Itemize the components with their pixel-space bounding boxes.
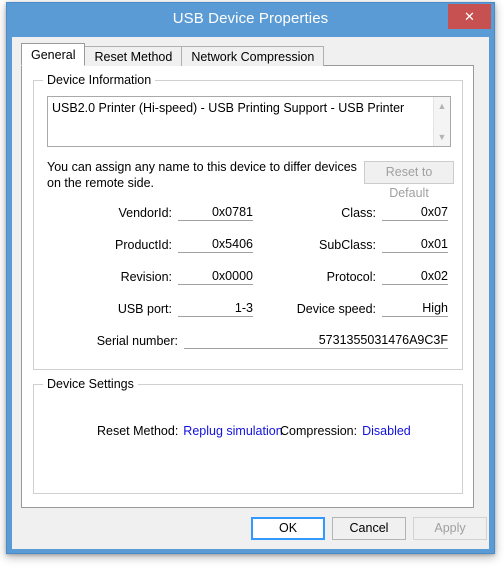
field-revision: Revision: 0x0000 xyxy=(121,269,253,286)
field-serial-number-value: 5731355031476A9C3F xyxy=(184,333,448,349)
reset-to-default-button[interactable]: Reset to Default xyxy=(364,161,454,200)
field-vendorid: VendorId: 0x0781 xyxy=(118,205,253,222)
tab-general[interactable]: General xyxy=(21,43,86,66)
cancel-button[interactable]: Cancel xyxy=(332,517,406,540)
device-name-hint: You can assign any name to this device t… xyxy=(47,160,357,190)
field-device-speed: Device speed: High xyxy=(297,301,448,318)
dialog-footer: OK Cancel Apply xyxy=(12,508,489,549)
tab-network-compression[interactable]: Network Compression xyxy=(181,46,325,66)
field-serial-number-label: Serial number: xyxy=(96,334,178,348)
setting-compression-label: Compression: xyxy=(280,424,358,438)
device-settings-title: Device Settings xyxy=(43,377,138,391)
close-icon[interactable]: ✕ xyxy=(448,4,491,29)
field-vendorid-label: VendorId: xyxy=(118,206,172,220)
scroll-up-icon[interactable]: ▲ xyxy=(434,98,450,114)
device-description-text: USB2.0 Printer (Hi-speed) - USB Printing… xyxy=(52,101,405,115)
field-productid-value: 0x5406 xyxy=(178,237,253,253)
field-class-label: Class: xyxy=(341,206,376,220)
field-productid: ProductId: 0x5406 xyxy=(115,237,253,254)
field-protocol: Protocol: 0x02 xyxy=(327,269,448,286)
tab-reset-method[interactable]: Reset Method xyxy=(84,46,183,66)
field-revision-label: Revision: xyxy=(120,270,172,284)
setting-reset-method: Reset Method: Replug simulation xyxy=(97,423,283,439)
field-class: Class: 0x07 xyxy=(341,205,448,222)
device-description-scrollbar[interactable]: ▲ ▼ xyxy=(433,97,450,146)
tab-panel-general: Device Information USB2.0 Printer (Hi-sp… xyxy=(21,65,474,508)
apply-button[interactable]: Apply xyxy=(413,517,487,540)
setting-reset-method-label: Reset Method: xyxy=(97,424,179,438)
field-usb-port: USB port: 1-3 xyxy=(118,301,253,318)
device-information-title: Device Information xyxy=(43,73,156,87)
setting-compression-link[interactable]: Disabled xyxy=(362,424,411,438)
field-device-speed-value: High xyxy=(382,301,448,317)
dialog-window: USB Device Properties ✕ General Reset Me… xyxy=(6,2,495,554)
field-usb-port-label: USB port: xyxy=(117,302,172,316)
field-subclass: SubClass: 0x01 xyxy=(319,237,448,254)
setting-reset-method-link[interactable]: Replug simulation xyxy=(183,424,282,438)
field-device-speed-label: Device speed: xyxy=(296,302,376,316)
field-vendorid-value: 0x0781 xyxy=(178,205,253,221)
title-bar[interactable]: USB Device Properties ✕ xyxy=(7,3,494,37)
field-serial-number: Serial number: 5731355031476A9C3F xyxy=(97,333,448,350)
field-usb-port-value: 1-3 xyxy=(178,301,253,317)
dialog-client-area: General Reset Method Network Compression… xyxy=(12,37,489,549)
window-title: USB Device Properties xyxy=(172,10,329,27)
scroll-down-icon[interactable]: ▼ xyxy=(434,129,450,145)
field-productid-label: ProductId: xyxy=(115,238,172,252)
field-protocol-label: Protocol: xyxy=(326,270,376,284)
field-subclass-label: SubClass: xyxy=(319,238,376,252)
tab-strip: General Reset Method Network Compression xyxy=(21,43,325,66)
setting-compression: Compression: Disabled xyxy=(280,423,411,439)
field-protocol-value: 0x02 xyxy=(382,269,448,285)
device-description-box[interactable]: USB2.0 Printer (Hi-speed) - USB Printing… xyxy=(47,96,451,147)
ok-button[interactable]: OK xyxy=(251,517,325,540)
field-class-value: 0x07 xyxy=(382,205,448,221)
field-subclass-value: 0x01 xyxy=(382,237,448,253)
field-revision-value: 0x0000 xyxy=(178,269,253,285)
device-settings-group: Device Settings Reset Method: Replug simu… xyxy=(33,377,463,494)
device-information-group: Device Information USB2.0 Printer (Hi-sp… xyxy=(33,73,463,370)
